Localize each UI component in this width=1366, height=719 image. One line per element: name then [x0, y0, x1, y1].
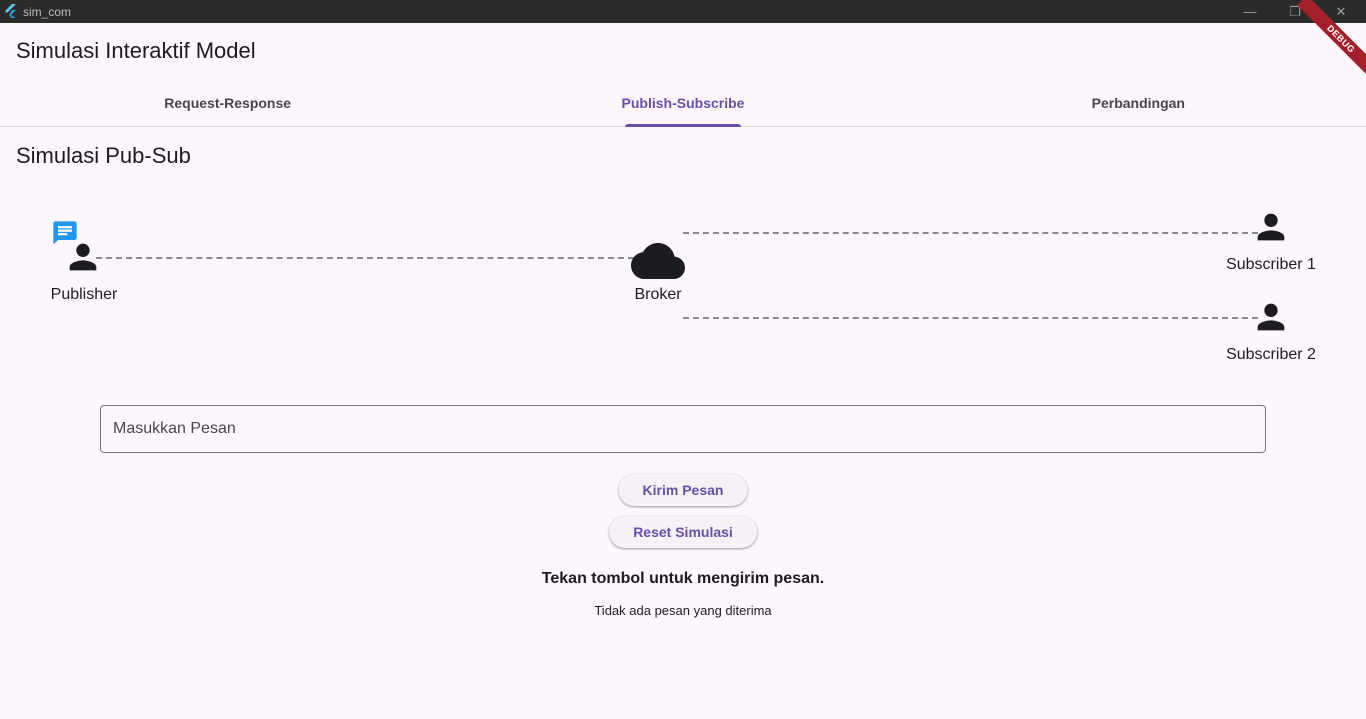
reset-simulation-button[interactable]: Reset Simulasi [609, 516, 757, 548]
window-titlebar: sim_com — ❐ ✕ [0, 0, 1366, 23]
publisher-label: Publisher [50, 286, 118, 303]
flutter-logo-icon [5, 4, 16, 18]
subscriber-2-person-icon [1257, 303, 1285, 331]
subscriber-1-label: Subscriber 1 [1226, 256, 1316, 273]
status-text: Tekan tombol untuk mengirim pesan. [541, 570, 825, 587]
subscriber-1-person-icon [1257, 213, 1285, 241]
broker-label: Broker [634, 286, 682, 303]
tab-label: Publish-Subscribe [621, 95, 745, 111]
minimize-button[interactable]: — [1227, 0, 1273, 23]
tab-label: Perbandingan [1091, 95, 1185, 111]
window-title: sim_com [23, 5, 72, 19]
app-title: Simulasi Interaktif Model [16, 38, 256, 63]
broker-subscriber2-line [683, 317, 1258, 319]
cloud-icon [631, 243, 685, 279]
publisher-broker-line [96, 257, 634, 259]
tab-publish-subscribe[interactable]: Publish-Subscribe [455, 80, 910, 127]
tab-label: Request-Response [164, 95, 292, 111]
message-input[interactable] [100, 405, 1266, 453]
received-messages-text: Tidak ada pesan yang diterima [594, 603, 772, 618]
close-icon: ✕ [1335, 3, 1347, 19]
broker-subscriber1-line [683, 232, 1258, 234]
minimize-icon: — [1243, 4, 1257, 19]
tab-indicator [624, 124, 741, 127]
tab-bar: Request-Response Publish-Subscribe Perba… [0, 80, 1366, 127]
send-message-button[interactable]: Kirim Pesan [618, 474, 748, 506]
publisher-person-icon [69, 243, 97, 271]
tab-perbandingan[interactable]: Perbandingan [911, 80, 1366, 126]
tab-request-response[interactable]: Request-Response [0, 80, 455, 126]
section-title: Simulasi Pub-Sub [16, 143, 191, 168]
subscriber-2-label: Subscriber 2 [1226, 346, 1316, 363]
